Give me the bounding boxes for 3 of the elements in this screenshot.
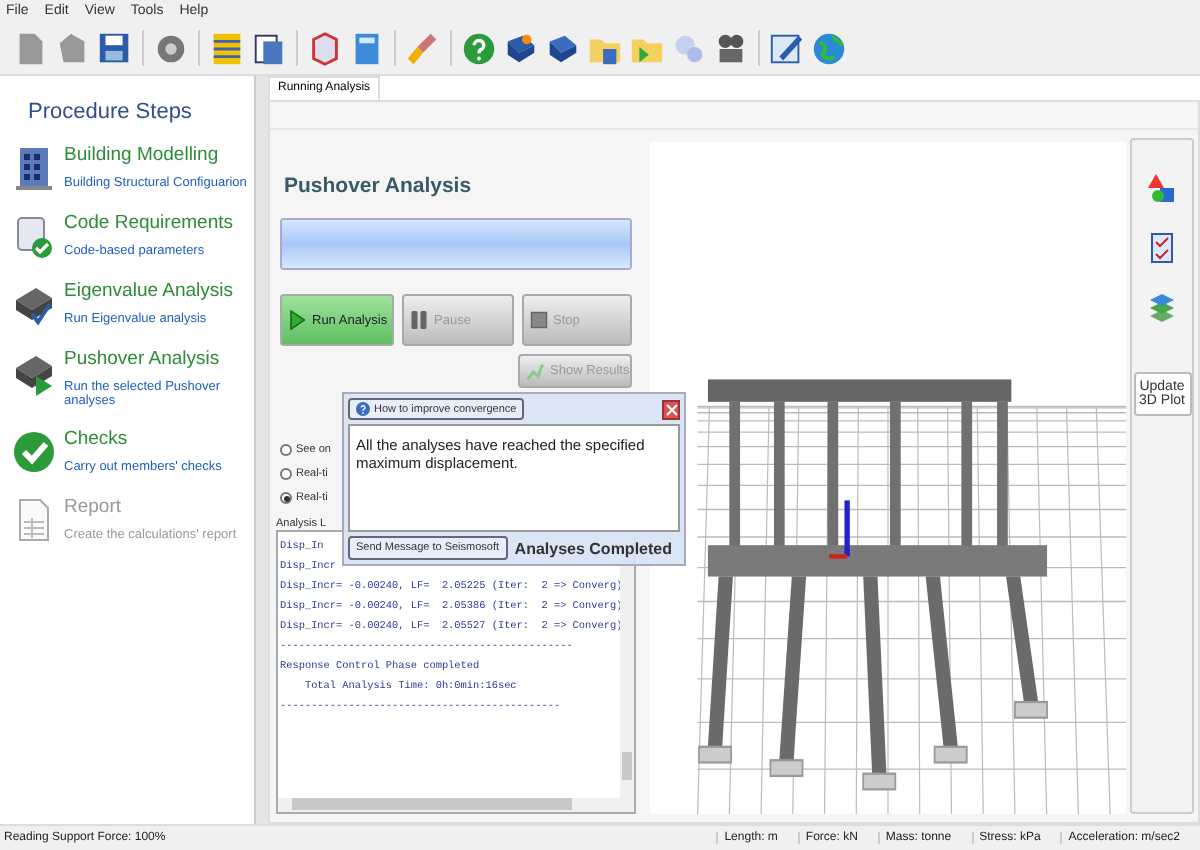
status-text: Analyses Completed	[514, 539, 672, 557]
sidebar-title: Procedure Steps	[28, 100, 192, 124]
panel-title: Pushover Analysis	[284, 174, 474, 198]
